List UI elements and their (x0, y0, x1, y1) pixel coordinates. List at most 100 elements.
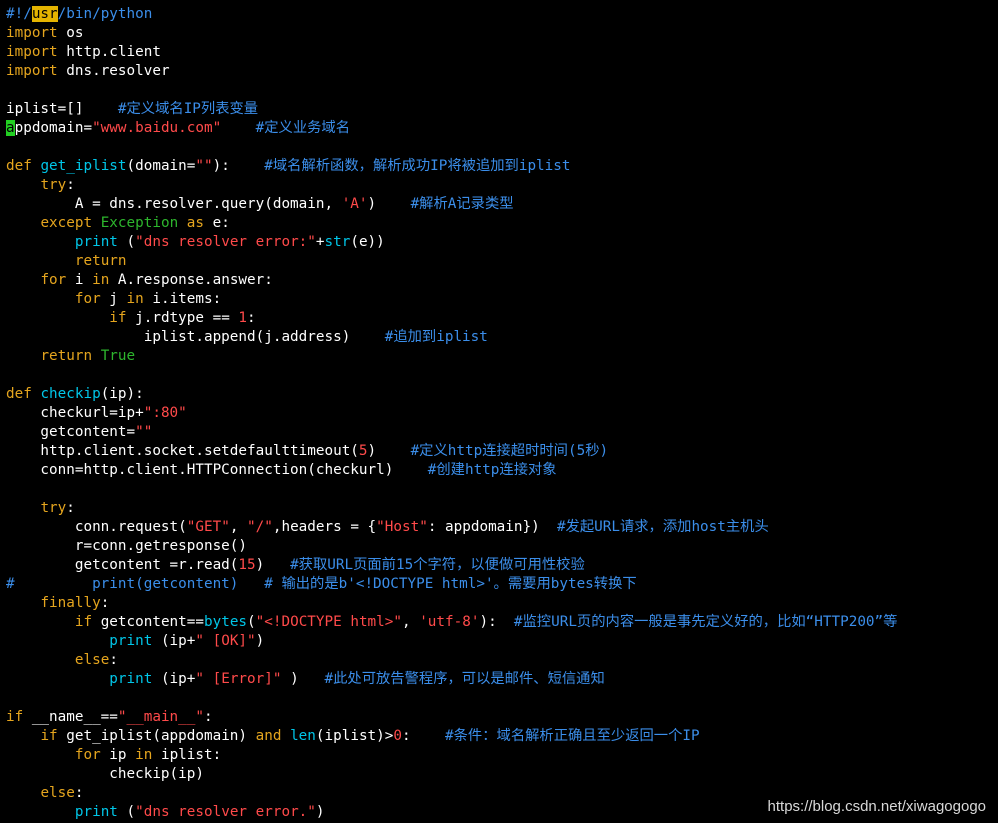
code-line[interactable]: http.client.socket.setdefaulttimeout(5) … (6, 442, 897, 461)
code-token: (ip+ (152, 633, 196, 649)
code-token: ) (367, 196, 411, 212)
code-line[interactable] (6, 81, 897, 100)
code-line[interactable]: # print(getcontent) # 输出的是b'<!DOCTYPE ht… (6, 575, 897, 594)
code-token: i.items: (143, 291, 222, 307)
code-line[interactable]: iplist=[] #定义域名IP列表变量 (6, 100, 897, 119)
function-token: print (109, 633, 153, 649)
code-line[interactable]: for i in A.response.answer: (6, 271, 897, 290)
code-line[interactable]: for j in i.items: (6, 290, 897, 309)
function-token: print (74, 804, 118, 820)
code-line[interactable]: finally: (6, 594, 897, 613)
keyword-token: def (6, 386, 32, 402)
code-line[interactable]: r=conn.getresponse() (6, 537, 897, 556)
code-line[interactable]: print ("dns resolver error.") (6, 803, 897, 822)
code-line[interactable]: for ip in iplist: (6, 746, 897, 765)
comment-token: #此处可放告警程序，可以是邮件、短信通知 (324, 671, 605, 687)
string-token: ":80" (143, 405, 187, 421)
string-token: "GET" (186, 519, 230, 535)
search-highlight: usr (31, 6, 58, 22)
builtin-token: True (100, 348, 136, 364)
code-token: + (315, 234, 325, 250)
code-line[interactable]: return True (6, 347, 897, 366)
code-line[interactable] (6, 138, 897, 157)
keyword-token: else (74, 652, 110, 668)
comment-token: #解析A记录类型 (410, 196, 514, 212)
code-line[interactable]: if j.rdtype == 1: (6, 309, 897, 328)
string-token: " [Error]" (195, 671, 282, 687)
code-line[interactable]: A = dns.resolver.query(domain, 'A') #解析A… (6, 195, 897, 214)
code-line[interactable]: import dns.resolver (6, 62, 897, 81)
code-line[interactable]: try: (6, 176, 897, 195)
code-line[interactable]: return (6, 252, 897, 271)
code-line[interactable]: if __name__=="__main__": (6, 708, 897, 727)
code-line[interactable]: if get_iplist(appdomain) and len(iplist)… (6, 727, 897, 746)
code-line[interactable]: getcontent="" (6, 423, 897, 442)
code-token: ppdomain= (14, 120, 93, 136)
code-line[interactable]: try: (6, 499, 897, 518)
function-token: len (290, 728, 316, 744)
code-token: e: (204, 215, 230, 231)
code-token: j.rdtype == (126, 310, 239, 326)
code-line[interactable]: import os (6, 24, 897, 43)
keyword-token: as (186, 215, 204, 231)
code-line[interactable]: def get_iplist(domain=""): #域名解析函数，解析成功I… (6, 157, 897, 176)
code-listing[interactable]: #!/usr/bin/python import os import http.cl… (6, 5, 897, 822)
code-token: A.response.answer: (109, 272, 273, 288)
code-token: : (109, 652, 118, 668)
keyword-token: if (6, 709, 24, 725)
keyword-token: in (92, 272, 110, 288)
code-token: getcontent= (6, 424, 136, 440)
comment-token: #条件：域名解析正确且至少返回一个IP (445, 728, 700, 744)
code-line[interactable] (6, 689, 897, 708)
code-line[interactable] (6, 366, 897, 385)
code-token: ( (117, 234, 136, 250)
keyword-token: except (40, 215, 93, 231)
keyword-token: if (74, 614, 93, 630)
code-line[interactable]: checkip(ip) (6, 765, 897, 784)
code-line[interactable]: print ("dns resolver error:"+str(e)) (6, 233, 897, 252)
function-token: print (74, 234, 118, 250)
code-line[interactable]: def checkip(ip): (6, 385, 897, 404)
code-line[interactable]: conn.request("GET", "/",headers = {"Host… (6, 518, 897, 537)
comment-token: #定义业务域名 (255, 120, 351, 136)
code-token: ) (367, 443, 411, 459)
code-line[interactable]: iplist.append(j.address) #追加到iplist (6, 328, 897, 347)
string-token: "" (195, 158, 213, 174)
keyword-token: import (6, 63, 58, 79)
code-line[interactable]: else: (6, 784, 897, 803)
code-line[interactable]: print (ip+" [Error]" ) #此处可放告警程序，可以是邮件、短… (6, 670, 897, 689)
code-line[interactable]: except Exception as e: (6, 214, 897, 233)
code-editor[interactable]: #!/usr/bin/python import os import http.cl… (0, 0, 998, 823)
code-token: ) (315, 804, 325, 820)
code-token: http.client (57, 44, 161, 60)
code-token: ) (281, 671, 325, 687)
keyword-token: import (6, 44, 58, 60)
code-token: os (57, 25, 84, 41)
keyword-token: for (74, 747, 101, 763)
code-line[interactable]: else: (6, 651, 897, 670)
code-line[interactable]: checkurl=ip+":80" (6, 404, 897, 423)
code-line[interactable]: getcontent =r.read(15) #获取URL页面前15个字符，以便… (6, 556, 897, 575)
function-token: bytes (204, 614, 248, 630)
code-line[interactable]: if getcontent==bytes("<!DOCTYPE html>", … (6, 613, 898, 632)
code-token: conn.request( (6, 519, 187, 535)
keyword-token: if (109, 310, 127, 326)
comment-token: #获取URL页面前15个字符，以便做可用性校验 (290, 557, 585, 573)
code-line[interactable]: #!/usr/bin/python (6, 5, 897, 24)
code-line[interactable]: import http.client (6, 43, 897, 62)
code-line[interactable]: print (ip+" [OK]") (6, 632, 897, 651)
comment-token: #追加到iplist (384, 329, 488, 345)
code-token: checkurl=ip+ (6, 405, 144, 421)
code-token: get_iplist(appdomain) (57, 728, 256, 744)
code-line[interactable] (6, 480, 897, 499)
code-token: (ip): (100, 386, 144, 402)
code-token: i (66, 272, 93, 288)
code-line[interactable]: appdomain="www.baidu.com" #定义业务域名 (6, 119, 897, 138)
code-line[interactable]: conn=http.client.HTTPConnection(checkurl… (6, 461, 897, 480)
